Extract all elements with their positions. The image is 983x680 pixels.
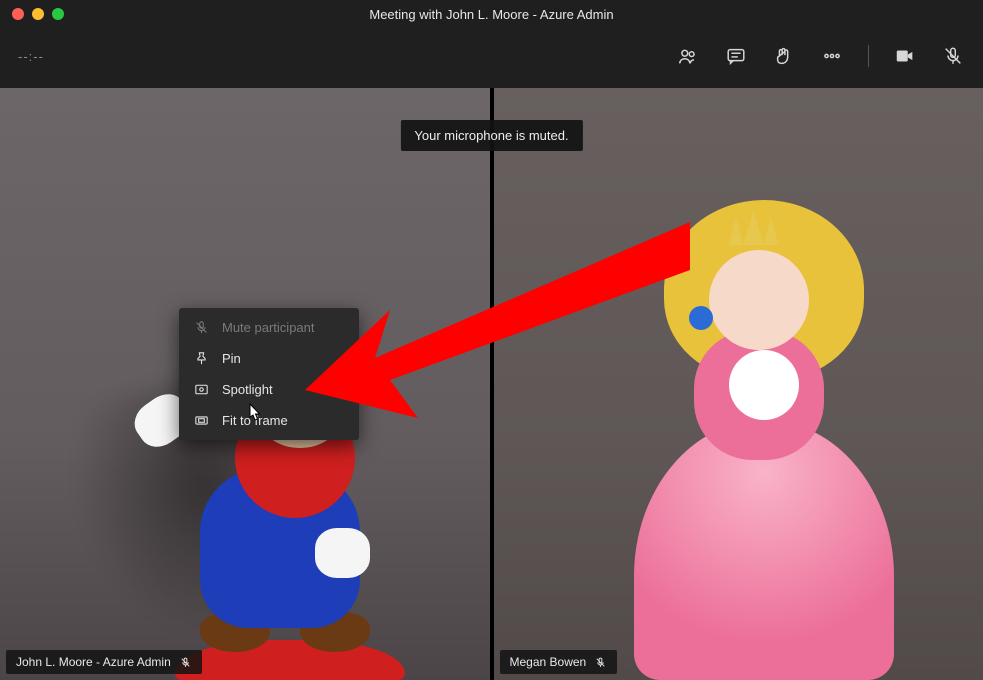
- window-minimize-button[interactable]: [32, 8, 44, 20]
- context-menu-item-mute: Mute participant: [179, 312, 359, 343]
- mic-muted-icon: [594, 656, 607, 669]
- context-menu-item-spotlight[interactable]: Spotlight: [179, 374, 359, 405]
- mic-button[interactable]: [941, 44, 965, 68]
- more-icon: [821, 45, 843, 67]
- context-menu-label-spotlight: Spotlight: [222, 382, 273, 397]
- chat-icon: [725, 45, 747, 67]
- participant-name-0: John L. Moore - Azure Admin: [16, 655, 171, 669]
- more-button[interactable]: [820, 44, 844, 68]
- raise-hand-button[interactable]: [772, 44, 796, 68]
- pin-icon: [193, 350, 210, 367]
- people-icon: [677, 45, 699, 67]
- spotlight-icon: [193, 381, 210, 398]
- mic-off-icon: [193, 319, 210, 336]
- participant-name-pill-1: Megan Bowen: [500, 650, 618, 674]
- toolbar-buttons: [676, 44, 965, 68]
- titlebar: Meeting with John L. Moore - Azure Admin: [0, 0, 983, 28]
- raise-hand-icon: [773, 45, 795, 67]
- window-title: Meeting with John L. Moore - Azure Admin: [0, 7, 983, 22]
- context-menu-label-pin: Pin: [222, 351, 241, 366]
- camera-button[interactable]: [893, 44, 917, 68]
- window-controls: [0, 8, 64, 20]
- participant-context-menu: Mute participant Pin Spotlight Fit to fr…: [179, 308, 359, 440]
- video-grid: John L. Moore - Azure Admin Megan Bowen: [0, 88, 983, 680]
- meeting-toolbar: --:--: [0, 28, 983, 84]
- window-close-button[interactable]: [12, 8, 24, 20]
- participant-video-1: [494, 88, 983, 680]
- participant-name-1: Megan Bowen: [510, 655, 587, 669]
- context-menu-item-pin[interactable]: Pin: [179, 343, 359, 374]
- context-menu-label-fit-frame: Fit to frame: [222, 413, 288, 428]
- participant-name-pill-0: John L. Moore - Azure Admin: [6, 650, 202, 674]
- mic-muted-icon: [942, 45, 964, 67]
- context-menu-item-fit-frame[interactable]: Fit to frame: [179, 405, 359, 436]
- app-window: Meeting with John L. Moore - Azure Admin…: [0, 0, 983, 680]
- mute-toast: Your microphone is muted.: [400, 120, 582, 151]
- fit-frame-icon: [193, 412, 210, 429]
- window-maximize-button[interactable]: [52, 8, 64, 20]
- camera-icon: [894, 45, 916, 67]
- chat-button[interactable]: [724, 44, 748, 68]
- participant-tile-1[interactable]: Megan Bowen: [494, 88, 983, 680]
- mute-toast-text: Your microphone is muted.: [414, 128, 568, 143]
- context-menu-label-mute: Mute participant: [222, 320, 315, 335]
- people-button[interactable]: [676, 44, 700, 68]
- toolbar-divider: [868, 45, 869, 67]
- meeting-timer: --:--: [18, 49, 44, 64]
- mic-muted-icon: [179, 656, 192, 669]
